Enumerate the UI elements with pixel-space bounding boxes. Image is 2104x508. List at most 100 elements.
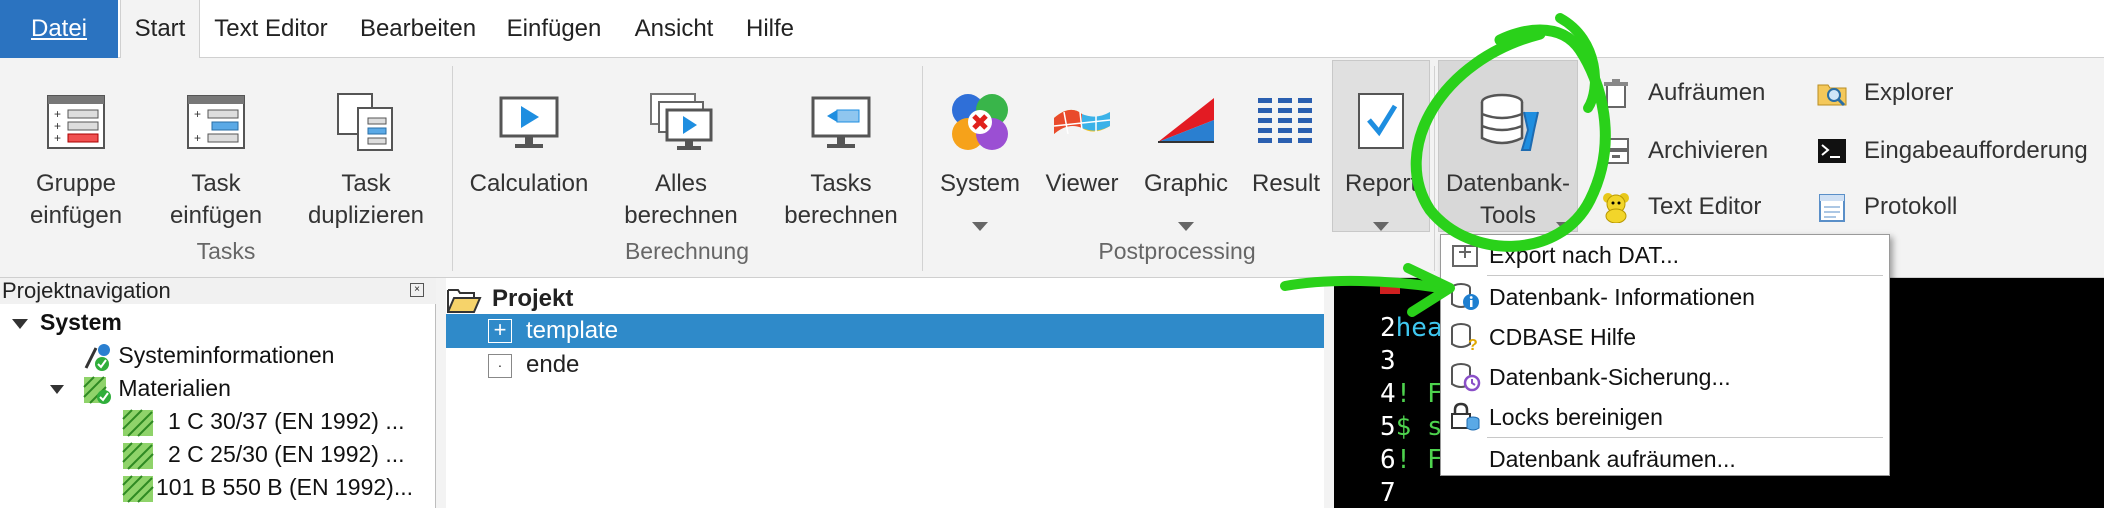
- menu-tab-datei[interactable]: Datei: [0, 0, 118, 58]
- menu-item-export-dat-label: Export nach DAT...: [1489, 242, 1680, 268]
- eingabeaufforderung-label: Eingabeaufforderung: [1864, 137, 2088, 164]
- tasks-berechnen-label-2: berechnen: [784, 202, 898, 229]
- gruppe-einfuegen-label-2: einfügen: [29, 202, 123, 229]
- task-duplizieren-label-1: Task: [341, 170, 391, 197]
- menu-item-datenbank-sicherung[interactable]: Datenbank-Sicherung...: [1441, 357, 1889, 397]
- tree-node-material-1[interactable]: 1 C 30/37 (EN 1992) ...: [122, 405, 405, 438]
- result-icon: [1258, 98, 1312, 143]
- archive-icon: [1603, 138, 1629, 164]
- tree-node-material-2-label: 2 C 25/30 (EN 1992) ...: [168, 441, 405, 467]
- svg-text:?: ?: [1468, 337, 1478, 352]
- tasks-berechnen-button[interactable]: Tasks berechnen: [776, 70, 906, 240]
- command-prompt-icon: [1818, 139, 1846, 163]
- svg-text:+: +: [54, 131, 61, 145]
- material-hatch-icon: [122, 475, 154, 503]
- teddy-bear-icon: [1603, 193, 1629, 223]
- menu-tab-einfuegen[interactable]: Einfügen: [500, 0, 608, 58]
- archivieren-label: Archivieren: [1648, 137, 1769, 164]
- menu-tab-hilfe[interactable]: Hilfe: [738, 0, 802, 58]
- editor-line-4: 4! F: [1380, 379, 1443, 409]
- expand-icon[interactable]: [12, 318, 28, 329]
- tasks-berechnen-label-1: Tasks: [810, 170, 872, 197]
- alles-berechnen-label-1: Alles: [654, 170, 708, 197]
- graphic-label: Graphic: [1143, 170, 1229, 197]
- editor-line-3: 3: [1380, 346, 1396, 376]
- graphic-dropdown-icon: [1178, 222, 1194, 231]
- tree-node-systeminformationen-label: Systeminformationen: [118, 342, 335, 368]
- materials-icon: [83, 376, 111, 404]
- viewer-button[interactable]: Viewer: [1036, 70, 1128, 240]
- menu-item-datenbank-sicherung-label: Datenbank-Sicherung...: [1489, 364, 1731, 390]
- menu-item-cdbase-hilfe[interactable]: ? CDBASE Hilfe: [1441, 317, 1889, 357]
- gruppe-einfuegen-button[interactable]: + + + Gruppe einfügen: [14, 70, 138, 240]
- leaf-node-icon: ·: [488, 354, 512, 378]
- tree-node-systeminformationen[interactable]: Systeminformationen: [82, 339, 334, 372]
- aufraeumen-label: Aufräumen: [1648, 79, 1766, 106]
- menu-tab-bearbeiten[interactable]: Bearbeiten: [348, 0, 488, 58]
- group-label-berechnung: Berechnung: [624, 238, 750, 264]
- tree-root-projekt[interactable]: Projekt: [446, 282, 573, 316]
- export-icon: [1452, 245, 1478, 267]
- viewer-label: Viewer: [1045, 170, 1119, 197]
- calculation-label: Calculation: [469, 170, 589, 197]
- group-separator: [1434, 66, 1435, 271]
- monitor-tasks-icon: [811, 96, 871, 148]
- tree-node-materialien[interactable]: Materialien: [50, 372, 231, 405]
- monitors-play-icon: [650, 93, 713, 150]
- tree-node-system[interactable]: System: [12, 306, 122, 339]
- tree-node-material-101[interactable]: 101 B 550 B (EN 1992)...: [122, 471, 413, 504]
- tree-item-ende[interactable]: · ende: [446, 348, 1324, 382]
- material-hatch-icon: [122, 442, 154, 470]
- menu-tab-ansicht[interactable]: Ansicht: [626, 0, 722, 58]
- system-button[interactable]: System: [934, 70, 1026, 240]
- menu-tab-start[interactable]: Start: [120, 0, 200, 59]
- report-icon: [1358, 93, 1404, 149]
- trash-icon: [1604, 79, 1628, 108]
- close-icon[interactable]: ×: [410, 283, 424, 297]
- tree-node-material-2[interactable]: 2 C 25/30 (EN 1992) ...: [122, 438, 405, 471]
- group-label-tasks: Tasks: [196, 238, 256, 264]
- system-label: System: [939, 170, 1020, 197]
- project-navigation-panel: Projektnavigation × System Systeminforma…: [0, 278, 436, 508]
- editor-error-marker: [1380, 278, 1400, 294]
- report-button[interactable]: Report: [1332, 70, 1430, 240]
- menu-item-datenbank-aufraeumen[interactable]: Datenbank aufräumen...: [1441, 439, 1889, 479]
- graphic-icon: [1158, 98, 1214, 143]
- svg-text:+: +: [194, 107, 201, 121]
- task-duplizieren-label-2: duplizieren: [307, 202, 425, 229]
- alles-berechnen-button[interactable]: Alles berechnen: [616, 70, 746, 240]
- menu-item-export-dat[interactable]: Export nach DAT...: [1441, 235, 1889, 275]
- editor-line-5: 5$ s: [1380, 412, 1443, 442]
- group-insert-icon: +++: [47, 95, 105, 149]
- svg-text:+: +: [194, 131, 201, 145]
- menu-tab-text-editor[interactable]: Text Editor: [206, 0, 336, 58]
- menu-item-datenbank-informationen[interactable]: Datenbank- Informationen: [1441, 277, 1889, 317]
- protocol-icon: [1819, 194, 1845, 222]
- expand-plus-icon[interactable]: +: [488, 319, 512, 343]
- tree-item-template[interactable]: + template: [446, 314, 1324, 348]
- result-label: Result: [1251, 170, 1321, 197]
- system-info-icon: [84, 343, 110, 371]
- database-backup-icon: [1451, 363, 1481, 392]
- task-duplizieren-button[interactable]: Task duplizieren: [296, 70, 436, 240]
- tree-item-ende-label: ende: [526, 351, 580, 378]
- graphic-button[interactable]: Graphic: [1136, 70, 1236, 240]
- gruppe-einfuegen-label-1: Gruppe: [35, 170, 117, 197]
- task-einfuegen-label-2: einfügen: [169, 202, 263, 229]
- menu-bar: Datei Start Text Editor Bearbeiten Einfü…: [0, 0, 2104, 59]
- tree-node-material-1-label: 1 C 30/37 (EN 1992) ...: [168, 408, 405, 434]
- task-einfuegen-button[interactable]: + + Task einfügen: [154, 70, 278, 240]
- menu-item-locks-bereinigen[interactable]: Locks bereinigen: [1441, 397, 1889, 437]
- calculation-button[interactable]: Calculation: [464, 70, 594, 240]
- tree-node-materialien-label: Materialien: [118, 375, 231, 401]
- result-button[interactable]: Result: [1244, 70, 1328, 240]
- editor-line-6: 6! F: [1380, 445, 1443, 475]
- expand-icon[interactable]: [50, 385, 64, 395]
- material-hatch-icon: [122, 409, 154, 437]
- text-editor-label: Text Editor: [1648, 193, 1762, 220]
- menu-separator: [1487, 437, 1883, 438]
- report-label: Report: [1344, 170, 1418, 197]
- datenbank-tools-menu: Export nach DAT... Datenbank- Informatio…: [1440, 234, 1890, 476]
- datenbank-tools-button[interactable]: Datenbank- Tools: [1438, 70, 1578, 240]
- group-label-postprocessing: Postprocessing: [1098, 238, 1256, 264]
